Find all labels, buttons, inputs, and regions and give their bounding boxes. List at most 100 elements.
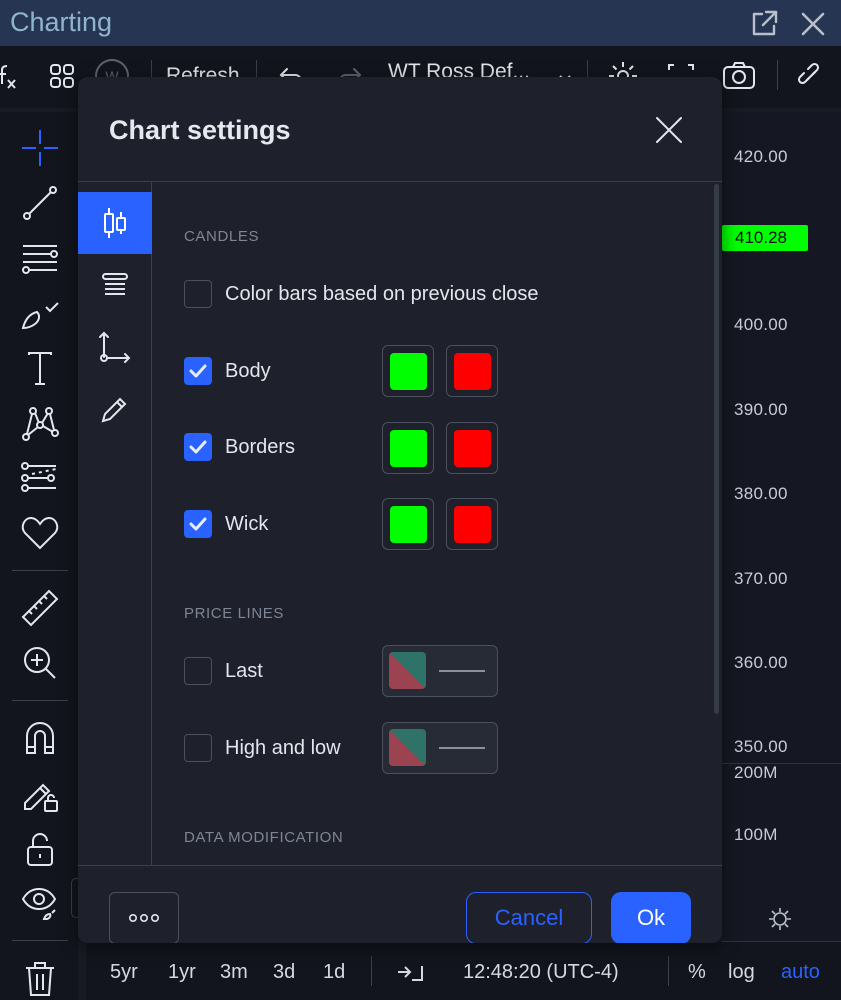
last-checkbox[interactable] [184,657,212,685]
body-label: Body [225,359,271,382]
wick-row: Wick [184,509,268,539]
window-title: Charting [10,7,113,37]
goto-date-icon[interactable] [396,960,424,984]
price-label: 350.00 [734,737,788,756]
line-style-preview [439,747,485,749]
color-fill [453,429,491,467]
dialog-footer-divider [78,865,722,866]
high-low-label: High and low [225,736,341,759]
color-prev-close-label: Color bars based on previous close [225,282,539,305]
wick-checkbox[interactable] [184,510,212,538]
lock-drawings-icon[interactable] [19,772,61,814]
fib-lines-icon[interactable] [19,237,61,279]
high-low-checkbox[interactable] [184,734,212,762]
range-3d[interactable]: 3d [273,961,295,984]
high-low-row: High and low [184,733,341,763]
trash-icon[interactable] [19,957,61,999]
window-titlebar: Charting [0,0,841,46]
color-fill [453,505,491,543]
price-label: 380.00 [734,484,788,503]
volume-label: 200M [734,763,778,782]
range-1d[interactable]: 1d [323,961,345,984]
color-fill [389,352,427,390]
body-up-color-picker[interactable] [382,345,434,397]
scales-axes-icon [98,330,132,364]
checkmark-icon [189,517,207,531]
borders-row: Borders [184,432,295,462]
settings-nav [78,182,152,865]
lock-icon[interactable] [19,828,61,870]
camera-icon[interactable] [721,58,757,94]
favorites-heart-icon[interactable] [19,512,61,554]
zoom-in-icon[interactable] [19,642,61,684]
nav-status-line-tab[interactable] [78,254,152,316]
body-row: Body [184,356,271,386]
last-label: Last [225,659,263,682]
borders-down-color-picker[interactable] [446,422,498,474]
cancel-button[interactable]: Cancel [466,892,592,943]
settings-scrollbar[interactable] [714,184,719,714]
color-prev-close-row: Color bars based on previous close [184,279,539,309]
checkmark-icon [189,364,207,378]
more-dots-icon [128,913,159,923]
dialog-title: Chart settings [109,115,291,145]
prediction-icon[interactable] [19,457,61,499]
auto-scale-toggle[interactable]: auto [781,961,820,984]
tools-divider [12,940,68,941]
text-tool-icon[interactable] [19,348,61,390]
candles-icon [102,206,128,240]
range-5yr[interactable]: 5yr [110,961,138,984]
wick-label: Wick [225,512,269,535]
magnet-icon[interactable] [19,717,61,759]
trend-line-icon[interactable] [19,182,61,224]
range-3m[interactable]: 3m [220,961,248,984]
chart-settings-dialog: Chart settings CANDLES Color bars based … [78,77,722,943]
volume-label: 100M [734,825,778,844]
range-1yr[interactable]: 1yr [168,961,196,984]
charting-app: Charting W Refresh WT Ross Def... 420.00… [0,0,841,1000]
clock-time: 12:48:20 (UTC-4) [463,961,619,983]
status-line-icon [101,271,129,299]
log-scale-toggle[interactable]: log [728,961,755,984]
external-link-icon[interactable] [748,8,780,40]
tools-divider [12,570,68,571]
ok-button[interactable]: Ok [611,892,691,943]
price-label: 360.00 [734,653,788,672]
color-fill [389,429,427,467]
layout-grid-icon[interactable] [48,58,76,94]
link-icon[interactable] [797,58,825,94]
borders-checkbox[interactable] [184,433,212,461]
percent-scale-toggle[interactable]: % [688,961,706,984]
nav-symbol-tab[interactable] [78,192,152,254]
bottom-divider [371,956,372,986]
close-window-icon[interactable] [797,8,829,40]
wick-down-color-picker[interactable] [446,498,498,550]
color-fill [389,505,427,543]
section-candles-heading: CANDLES [184,228,260,245]
crosshair-icon[interactable] [19,127,61,169]
bottom-toolbar: 5yr 1yr 3m 3d 1d 12:48:20 (UTC-4) % log … [86,942,841,1000]
body-down-color-picker[interactable] [446,345,498,397]
borders-up-color-picker[interactable] [382,422,434,474]
dialog-close-icon[interactable] [652,113,686,147]
section-price-lines-heading: PRICE LINES [184,605,284,622]
line-style-preview [439,670,485,672]
nav-appearance-tab[interactable] [78,378,152,440]
bottom-divider [668,956,669,986]
more-options-button[interactable] [109,892,179,943]
ruler-icon[interactable] [19,587,61,629]
body-checkbox[interactable] [184,357,212,385]
hide-drawings-eye-icon[interactable] [19,882,61,924]
color-prev-close-checkbox[interactable] [184,280,212,308]
color-fill [453,352,491,390]
brush-icon[interactable] [19,292,61,334]
function-icon[interactable] [0,58,18,94]
nav-scales-tab[interactable] [78,316,152,378]
theme-brightness-icon[interactable] [768,907,792,931]
section-data-modification-heading: DATA MODIFICATION [184,829,344,846]
settings-content: CANDLES Color bars based on previous clo… [153,182,722,865]
pattern-icon[interactable] [19,402,61,444]
last-line-style-picker[interactable] [382,645,498,697]
wick-up-color-picker[interactable] [382,498,434,550]
high-low-line-style-picker[interactable] [382,722,498,774]
